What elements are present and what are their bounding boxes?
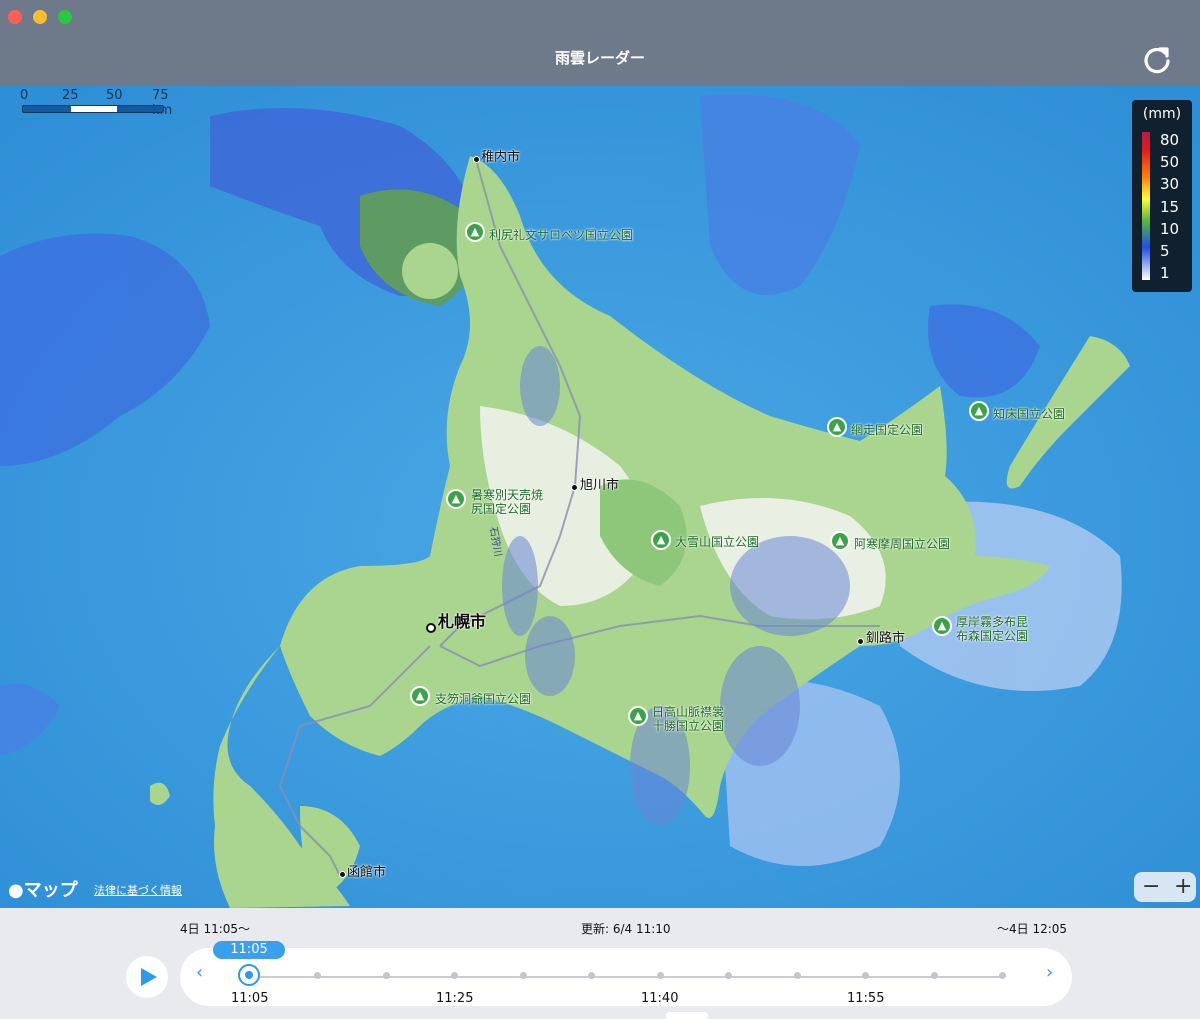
city-label-asahikawa[interactable]: 旭川市 [580,474,619,493]
legal-link[interactable]: 法律に基づく情報 [94,882,182,898]
window-tab-indicator [666,1012,708,1019]
refresh-icon [1144,47,1170,74]
park-label-daisetsuzan[interactable]: 大雪山国立公園 [675,533,759,550]
time-label: 11:40 [641,991,679,1006]
precipitation-legend: (mm) 80 50 30 15 10 5 1 [1132,100,1192,292]
park-label-abashiri[interactable]: 網走国定公園 [851,421,923,438]
park-icon: ▲ [830,531,850,551]
zoom-window-button[interactable] [58,10,72,24]
maps-brand: ●マップ [8,880,78,901]
park-icon: ▲ [932,616,952,636]
scale-label: 25 [62,88,79,103]
legend-value: 5 [1160,242,1170,260]
city-label-sapporo[interactable]: 札幌市 [438,608,486,632]
timeline-tick[interactable] [862,972,869,979]
time-label: 11:25 [436,991,474,1006]
scale-bar-graphic [22,105,164,113]
timeline-tick[interactable] [588,972,595,979]
timeline-tick[interactable] [520,972,527,979]
park-label-shikotsu[interactable]: 支笏洞爺国立公園 [435,690,531,707]
legend-value: 10 [1160,220,1180,238]
timeline-tick[interactable] [451,972,458,979]
park-icon: ▲ [628,706,648,726]
scale-label: 75 km [152,88,172,118]
city-dot [473,156,480,163]
city-label-hakodate[interactable]: 函館市 [347,861,386,880]
timeline-handle[interactable] [238,964,260,986]
park-icon: ▲ [651,530,671,550]
park-label-shokanbetsu-2: 尻国定公園 [471,502,532,516]
park-label-akkeshi-2: 布森国定公園 [956,629,1029,643]
next-button[interactable]: › [1046,962,1053,983]
city-label-wakkanai[interactable]: 稚内市 [481,146,520,165]
apple-logo-icon: ● [8,880,24,901]
timeline-end: 〜4日 12:05 [997,922,1068,936]
close-window-button[interactable] [8,10,22,24]
radar-map[interactable]: 0 25 50 75 km 稚内市 ▲ 利尻礼文サロベツ国立公園 ▲ 網走国定公… [0,86,1200,908]
legend-value: 30 [1160,175,1180,193]
time-label: 11:05 [231,991,269,1006]
timeline-tick[interactable] [999,972,1006,979]
legend-gradient [1142,132,1150,280]
legend-value: 1 [1160,264,1170,282]
timeline-tick[interactable] [314,972,321,979]
zoom-control: − + [1134,872,1196,902]
time-label: 11:55 [847,991,885,1006]
play-icon [141,968,157,986]
timeline-slider[interactable]: ‹ › [180,948,1072,1006]
timeline-tick[interactable] [657,972,664,979]
city-label-kushiro[interactable]: 釧路市 [866,627,905,646]
park-icon: ▲ [465,222,485,242]
timeline-updated: 更新: 6/4 11:10 [581,922,671,936]
park-label-akan[interactable]: 阿寒摩周国立公園 [854,535,950,552]
park-label-hidaka-2: 十勝国立公園 [652,719,725,733]
timeline-tick[interactable] [794,972,801,979]
previous-button[interactable]: ‹ [196,962,203,983]
timeline-panel: 4日 11:05〜 更新: 6/4 11:10 〜4日 12:05 ‹ › 11… [0,908,1200,1019]
minimize-window-button[interactable] [33,10,47,24]
zoom-in-button[interactable]: + [1174,874,1192,899]
timeline-tick[interactable] [383,972,390,979]
map-background [0,86,1200,908]
legend-value: 15 [1160,198,1180,216]
park-label-rishiri[interactable]: 利尻礼文サロベツ国立公園 [489,226,633,243]
timeline-track [250,976,1002,978]
play-button[interactable] [126,956,168,998]
park-label-shiretoko[interactable]: 知床国立公園 [993,405,1065,422]
city-dot [571,484,578,491]
scale-bar: 0 25 50 75 km [18,88,178,118]
title-bar: 雨雲レーダー [0,0,1200,86]
timeline-tick[interactable] [725,972,732,979]
legend-unit: (mm) [1142,106,1182,122]
timeline-start: 4日 11:05〜 [180,922,251,936]
scale-label: 0 [20,88,29,103]
legend-value: 50 [1160,153,1180,171]
park-icon: ▲ [827,417,847,437]
scale-label: 50 [106,88,123,103]
timeline-tick[interactable] [931,972,938,979]
zoom-out-button[interactable]: − [1142,874,1160,899]
legend-value: 80 [1160,131,1180,149]
window-title: 雨雲レーダー [554,49,645,67]
city-dot [857,638,864,645]
park-icon: ▲ [446,489,466,509]
refresh-button[interactable] [1138,40,1176,78]
park-icon: ▲ [410,686,430,706]
city-dot [426,623,436,633]
current-time-bubble: 11:05 [213,941,285,959]
park-icon: ▲ [969,401,989,421]
city-dot [339,871,346,878]
